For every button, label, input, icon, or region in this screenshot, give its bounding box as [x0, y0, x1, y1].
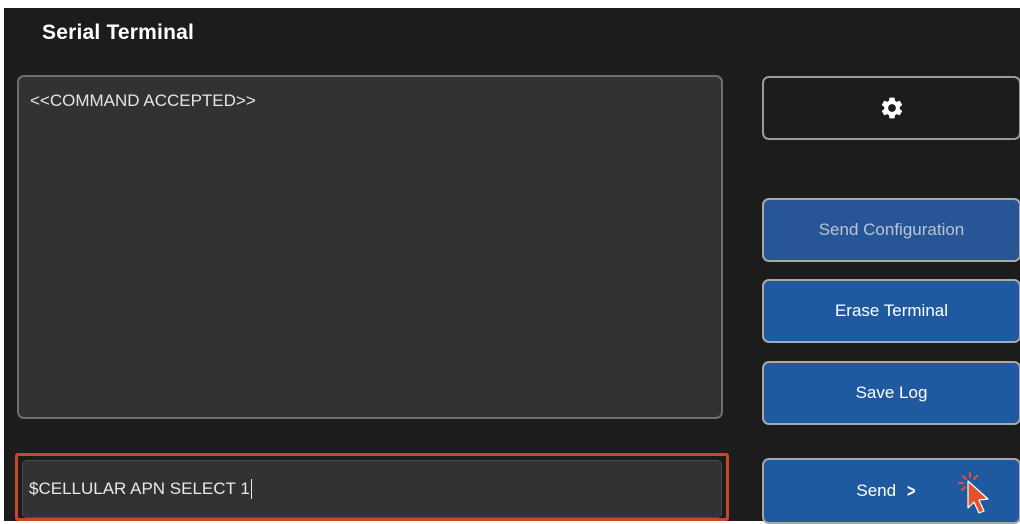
settings-button[interactable]: [762, 76, 1020, 140]
send-button[interactable]: Send >: [762, 458, 1020, 524]
send-button-content: Send >: [856, 481, 916, 502]
window-title: Serial Terminal: [42, 21, 195, 44]
serial-terminal-window: Serial Terminal <<COMMAND ACCEPTED>> $CE…: [4, 8, 1020, 524]
command-input[interactable]: $CELLULAR APN SELECT 1: [22, 460, 722, 518]
text-caret: [250, 479, 252, 499]
save-log-button[interactable]: Save Log: [762, 361, 1020, 425]
send-configuration-button[interactable]: Send Configuration: [762, 198, 1020, 262]
terminal-output[interactable]: <<COMMAND ACCEPTED>>: [17, 75, 723, 419]
erase-terminal-button[interactable]: Erase Terminal: [762, 279, 1020, 343]
gear-icon: [881, 97, 902, 119]
click-cursor-icon: [958, 472, 989, 514]
input-highlight: $CELLULAR APN SELECT 1: [15, 453, 729, 521]
chevron-right-icon: >: [907, 480, 916, 501]
send-button-label: Send: [856, 481, 897, 500]
command-input-value: $CELLULAR APN SELECT 1: [29, 479, 250, 498]
